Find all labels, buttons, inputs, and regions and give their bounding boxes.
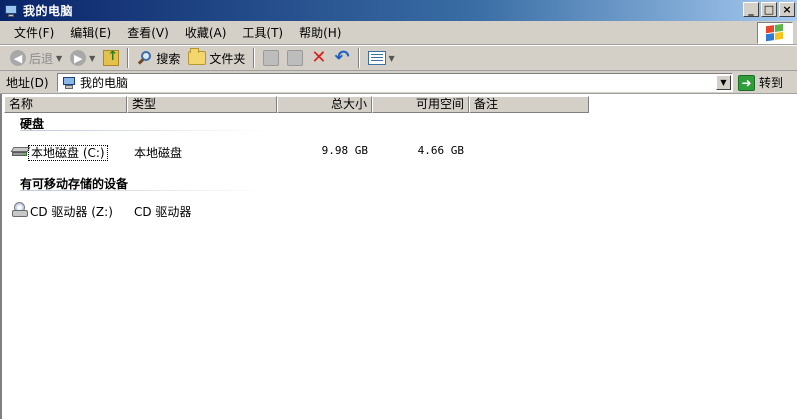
search-label: 搜索 bbox=[156, 51, 181, 66]
item-total-size: 9.98 GB bbox=[321, 144, 368, 157]
views-button[interactable]: ▼ bbox=[364, 47, 399, 69]
search-button[interactable]: 搜索 bbox=[133, 47, 184, 69]
menu-favorites[interactable]: 收藏(A) bbox=[177, 24, 235, 41]
folders-button[interactable]: 文件夹 bbox=[184, 47, 249, 69]
list-item[interactable]: CD 驱动器 (Z:) CD 驱动器 bbox=[2, 201, 797, 221]
folders-label: 文件夹 bbox=[209, 51, 246, 66]
address-value: 我的电脑 bbox=[80, 76, 129, 90]
back-arrow-icon: ◀ bbox=[10, 50, 26, 66]
views-icon bbox=[367, 51, 386, 65]
move-to-icon bbox=[263, 50, 280, 66]
forward-dropdown-icon[interactable]: ▼ bbox=[89, 54, 95, 63]
undo-icon: ↶ bbox=[334, 47, 350, 68]
move-to-button[interactable] bbox=[259, 47, 283, 69]
toolbar-separator bbox=[357, 48, 360, 68]
menu-bar: 文件(F) 编辑(E) 查看(V) 收藏(A) 工具(T) 帮助(H) bbox=[0, 21, 797, 45]
address-bar: 地址(D) 我的电脑 ▼ ➜ 转到 bbox=[0, 71, 797, 94]
delete-button[interactable]: ✕ bbox=[307, 47, 330, 69]
back-button[interactable]: ◀ 后退 ▼ bbox=[6, 47, 66, 69]
item-type: CD 驱动器 bbox=[134, 205, 192, 219]
column-header-name[interactable]: 名称 bbox=[4, 96, 127, 113]
back-dropdown-icon[interactable]: ▼ bbox=[56, 54, 62, 63]
go-label: 转到 bbox=[759, 76, 784, 90]
menu-file[interactable]: 文件(F) bbox=[6, 24, 62, 41]
toolbar: ◀ 后退 ▼ ▶ ▼ 搜索 文件夹 ✕ ↶ ▼ bbox=[0, 45, 797, 71]
file-list-view[interactable]: 名称 类型 总大小 可用空间 备注 硬盘 本地磁盘 (C:) 本地磁盘 9.98… bbox=[0, 94, 797, 419]
back-label: 后退 bbox=[29, 51, 54, 66]
folder-up-icon bbox=[103, 49, 120, 66]
undo-button[interactable]: ↶ bbox=[330, 47, 353, 69]
menu-help[interactable]: 帮助(H) bbox=[291, 24, 349, 41]
window-controls: _ □ × bbox=[743, 2, 795, 17]
minimize-button[interactable]: _ bbox=[743, 2, 759, 17]
forward-arrow-icon: ▶ bbox=[70, 50, 87, 66]
maximize-button[interactable]: □ bbox=[761, 2, 777, 17]
item-name: 本地磁盘 (C:) bbox=[28, 144, 108, 161]
column-header-comment[interactable]: 备注 bbox=[469, 96, 589, 113]
column-header-free-space[interactable]: 可用空间 bbox=[372, 96, 469, 113]
views-dropdown-icon: ▼ bbox=[388, 53, 395, 63]
folder-icon bbox=[188, 48, 207, 65]
address-label: 地址(D) bbox=[6, 75, 49, 90]
go-button[interactable]: ➜ 转到 bbox=[738, 73, 783, 92]
title-bar: 我的电脑 _ □ × bbox=[0, 0, 797, 21]
close-button[interactable]: × bbox=[779, 2, 795, 17]
item-type: 本地磁盘 bbox=[134, 146, 183, 160]
window-title: 我的电脑 bbox=[23, 4, 74, 18]
menu-tools[interactable]: 工具(T) bbox=[234, 24, 291, 41]
my-computer-icon bbox=[4, 4, 18, 18]
item-name: CD 驱动器 (Z:) bbox=[30, 205, 113, 219]
column-header-total-size[interactable]: 总大小 bbox=[277, 96, 372, 113]
forward-button[interactable]: ▶ ▼ bbox=[66, 47, 99, 69]
group-divider bbox=[20, 130, 265, 131]
delete-icon: ✕ bbox=[311, 47, 327, 68]
up-button[interactable] bbox=[99, 47, 123, 69]
search-icon bbox=[137, 50, 153, 66]
address-dropdown-button[interactable]: ▼ bbox=[716, 75, 731, 90]
toolbar-separator bbox=[127, 48, 130, 68]
item-free-space: 4.66 GB bbox=[417, 144, 464, 157]
menu-edit[interactable]: 编辑(E) bbox=[62, 24, 119, 41]
windows-logo-icon bbox=[757, 22, 793, 44]
list-item[interactable]: 本地磁盘 (C:) 本地磁盘 9.98 GB 4.66 GB bbox=[2, 142, 797, 162]
group-divider bbox=[20, 190, 265, 191]
column-header-type[interactable]: 类型 bbox=[127, 96, 277, 113]
cd-drive-icon bbox=[11, 201, 29, 219]
my-computer-icon bbox=[62, 76, 76, 90]
menu-view[interactable]: 查看(V) bbox=[119, 24, 177, 41]
copy-to-button[interactable] bbox=[283, 47, 307, 69]
go-arrow-icon: ➜ bbox=[738, 74, 755, 91]
address-input[interactable]: 我的电脑 ▼ bbox=[57, 73, 733, 92]
copy-to-icon bbox=[287, 50, 304, 66]
toolbar-separator bbox=[253, 48, 256, 68]
